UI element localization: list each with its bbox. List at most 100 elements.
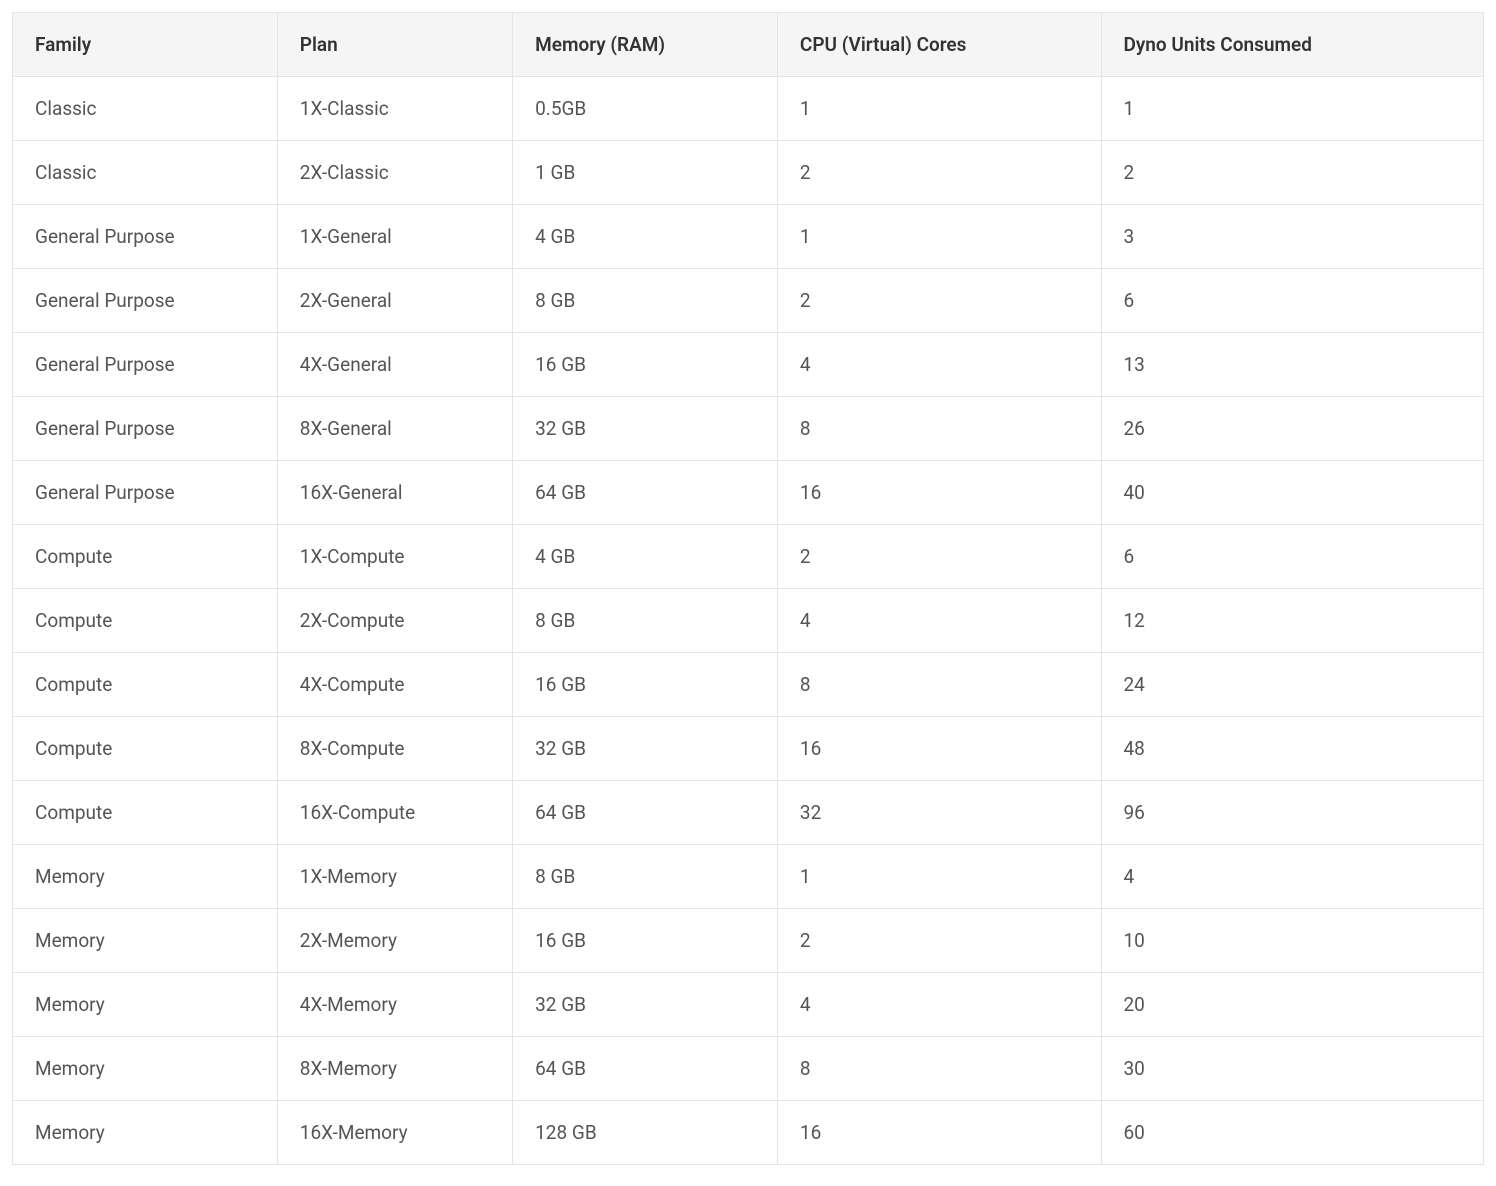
cell-dyno: 6 [1101, 269, 1484, 333]
cell-memory: 64 GB [513, 461, 778, 525]
table-row: Memory4X-Memory32 GB420 [13, 973, 1484, 1037]
cell-dyno: 30 [1101, 1037, 1484, 1101]
cell-memory: 16 GB [513, 653, 778, 717]
cell-dyno: 1 [1101, 77, 1484, 141]
cell-cpu: 8 [777, 1037, 1101, 1101]
cell-cpu: 8 [777, 653, 1101, 717]
cell-family: General Purpose [13, 205, 278, 269]
cell-plan: 2X-Classic [277, 141, 512, 205]
dyno-plans-table: Family Plan Memory (RAM) CPU (Virtual) C… [12, 12, 1484, 1165]
table-row: Memory2X-Memory16 GB210 [13, 909, 1484, 973]
cell-family: Compute [13, 653, 278, 717]
cell-memory: 0.5GB [513, 77, 778, 141]
column-header-dyno: Dyno Units Consumed [1101, 13, 1484, 77]
table-row: Classic2X-Classic1 GB22 [13, 141, 1484, 205]
cell-memory: 4 GB [513, 205, 778, 269]
table-row: General Purpose1X-General4 GB13 [13, 205, 1484, 269]
table-row: General Purpose2X-General8 GB26 [13, 269, 1484, 333]
table-row: Compute4X-Compute16 GB824 [13, 653, 1484, 717]
cell-memory: 1 GB [513, 141, 778, 205]
table-row: Compute2X-Compute8 GB412 [13, 589, 1484, 653]
column-header-memory: Memory (RAM) [513, 13, 778, 77]
cell-cpu: 16 [777, 461, 1101, 525]
cell-family: Memory [13, 973, 278, 1037]
table-row: Compute8X-Compute32 GB1648 [13, 717, 1484, 781]
cell-dyno: 60 [1101, 1101, 1484, 1165]
cell-cpu: 16 [777, 717, 1101, 781]
table-row: Memory16X-Memory128 GB1660 [13, 1101, 1484, 1165]
cell-plan: 4X-Memory [277, 973, 512, 1037]
cell-memory: 64 GB [513, 781, 778, 845]
table-header-row: Family Plan Memory (RAM) CPU (Virtual) C… [13, 13, 1484, 77]
cell-dyno: 10 [1101, 909, 1484, 973]
cell-plan: 16X-Memory [277, 1101, 512, 1165]
cell-plan: 8X-General [277, 397, 512, 461]
table-row: General Purpose4X-General16 GB413 [13, 333, 1484, 397]
cell-family: Classic [13, 77, 278, 141]
cell-memory: 32 GB [513, 397, 778, 461]
cell-dyno: 24 [1101, 653, 1484, 717]
cell-cpu: 4 [777, 589, 1101, 653]
cell-cpu: 2 [777, 141, 1101, 205]
cell-memory: 32 GB [513, 717, 778, 781]
column-header-family: Family [13, 13, 278, 77]
cell-cpu: 1 [777, 845, 1101, 909]
table-row: Memory1X-Memory8 GB14 [13, 845, 1484, 909]
cell-plan: 16X-Compute [277, 781, 512, 845]
cell-plan: 2X-General [277, 269, 512, 333]
cell-memory: 8 GB [513, 589, 778, 653]
cell-dyno: 13 [1101, 333, 1484, 397]
column-header-cpu: CPU (Virtual) Cores [777, 13, 1101, 77]
cell-family: General Purpose [13, 269, 278, 333]
cell-plan: 1X-Classic [277, 77, 512, 141]
cell-cpu: 1 [777, 77, 1101, 141]
table-row: Memory8X-Memory64 GB830 [13, 1037, 1484, 1101]
cell-family: Memory [13, 1037, 278, 1101]
cell-cpu: 4 [777, 973, 1101, 1037]
cell-dyno: 48 [1101, 717, 1484, 781]
cell-memory: 4 GB [513, 525, 778, 589]
cell-family: Classic [13, 141, 278, 205]
cell-dyno: 4 [1101, 845, 1484, 909]
cell-dyno: 2 [1101, 141, 1484, 205]
cell-family: Compute [13, 525, 278, 589]
cell-cpu: 32 [777, 781, 1101, 845]
cell-family: General Purpose [13, 333, 278, 397]
table-row: Compute16X-Compute64 GB3296 [13, 781, 1484, 845]
cell-family: General Purpose [13, 461, 278, 525]
cell-cpu: 1 [777, 205, 1101, 269]
cell-memory: 16 GB [513, 909, 778, 973]
cell-cpu: 2 [777, 525, 1101, 589]
table-row: General Purpose16X-General64 GB1640 [13, 461, 1484, 525]
cell-cpu: 4 [777, 333, 1101, 397]
cell-plan: 16X-General [277, 461, 512, 525]
cell-cpu: 2 [777, 269, 1101, 333]
cell-family: Memory [13, 1101, 278, 1165]
cell-plan: 8X-Compute [277, 717, 512, 781]
cell-memory: 8 GB [513, 845, 778, 909]
cell-plan: 1X-Compute [277, 525, 512, 589]
cell-cpu: 16 [777, 1101, 1101, 1165]
cell-dyno: 12 [1101, 589, 1484, 653]
cell-family: Compute [13, 781, 278, 845]
cell-dyno: 6 [1101, 525, 1484, 589]
cell-memory: 128 GB [513, 1101, 778, 1165]
cell-family: Compute [13, 589, 278, 653]
cell-cpu: 8 [777, 397, 1101, 461]
cell-plan: 2X-Memory [277, 909, 512, 973]
cell-dyno: 40 [1101, 461, 1484, 525]
cell-plan: 4X-General [277, 333, 512, 397]
cell-family: Memory [13, 909, 278, 973]
cell-dyno: 96 [1101, 781, 1484, 845]
table-row: Classic1X-Classic0.5GB11 [13, 77, 1484, 141]
cell-plan: 8X-Memory [277, 1037, 512, 1101]
cell-memory: 8 GB [513, 269, 778, 333]
table-row: General Purpose8X-General32 GB826 [13, 397, 1484, 461]
table-header: Family Plan Memory (RAM) CPU (Virtual) C… [13, 13, 1484, 77]
cell-dyno: 26 [1101, 397, 1484, 461]
table-row: Compute1X-Compute4 GB26 [13, 525, 1484, 589]
cell-cpu: 2 [777, 909, 1101, 973]
cell-dyno: 20 [1101, 973, 1484, 1037]
cell-family: General Purpose [13, 397, 278, 461]
cell-memory: 16 GB [513, 333, 778, 397]
